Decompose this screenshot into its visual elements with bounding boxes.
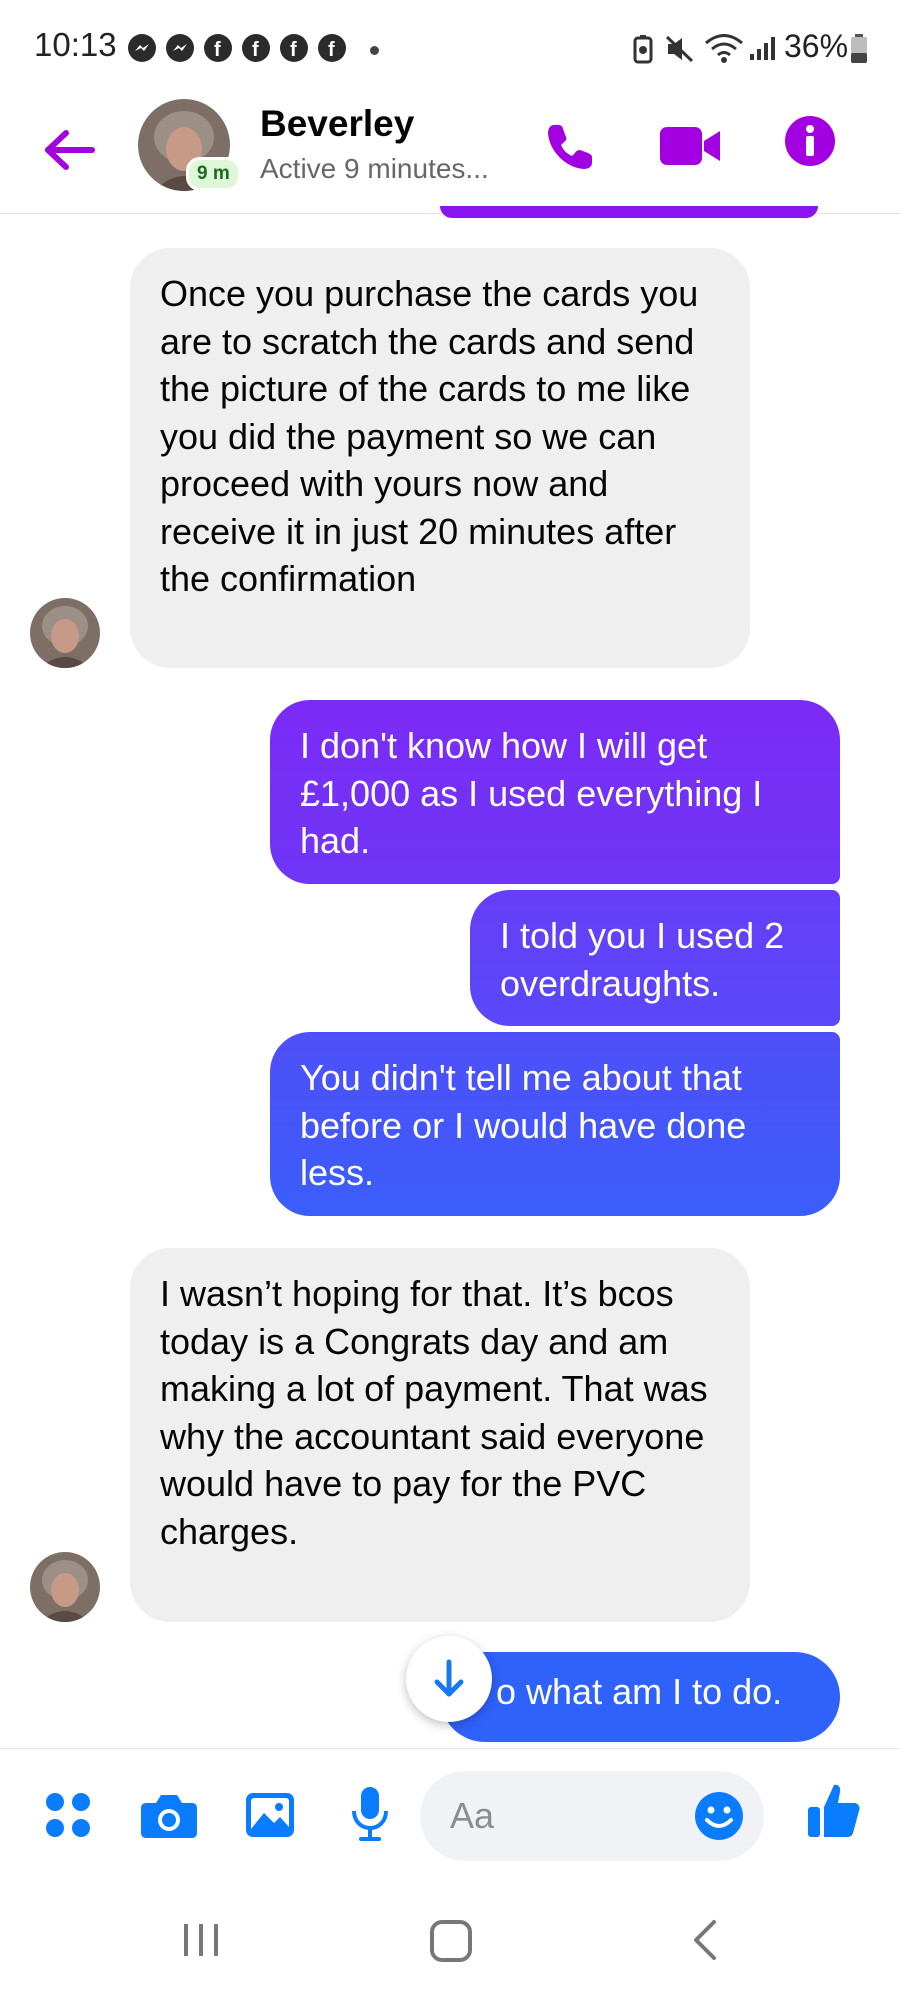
svg-text:f: f — [290, 39, 297, 61]
video-camera-icon — [660, 127, 720, 165]
camera-button[interactable] — [140, 1791, 198, 1839]
thumbs-up-icon — [808, 1784, 860, 1837]
incoming-message[interactable]: Once you purchase the cards you are to s… — [130, 248, 750, 668]
facebook-notification-icon: f — [204, 34, 232, 62]
voice-message-button[interactable] — [350, 1785, 390, 1843]
battery-percentage: 36% — [784, 28, 849, 64]
wifi-icon — [704, 32, 744, 69]
previous-message-bubble — [440, 206, 818, 218]
messenger-notification-icon — [166, 34, 194, 62]
recent-apps-button[interactable] — [176, 1920, 226, 1960]
emoji-button[interactable] — [694, 1791, 744, 1841]
facebook-notification-icon: f — [242, 34, 270, 62]
voice-call-button[interactable] — [540, 117, 600, 177]
incoming-message[interactable]: I wasn’t hoping for that. It’s bcos toda… — [130, 1248, 750, 1622]
status-bar: 10:13 f f f f 36% — [0, 0, 900, 95]
svg-text:f: f — [252, 39, 259, 61]
more-notifications-dot — [370, 46, 379, 55]
info-button[interactable] — [784, 115, 836, 167]
recents-icon — [184, 1924, 218, 1956]
more-actions-button[interactable] — [44, 1791, 92, 1839]
image-icon — [246, 1793, 294, 1837]
scroll-to-bottom-button[interactable] — [406, 1636, 492, 1722]
conversation-header: 9 m Beverley Active 9 minutes... — [0, 95, 900, 214]
battery-saver-icon — [632, 34, 654, 69]
outgoing-message[interactable]: You didn't tell me about that before or … — [270, 1032, 840, 1216]
facebook-notification-icon: f — [318, 34, 346, 62]
four-dots-menu-icon — [46, 1793, 90, 1837]
home-icon — [430, 1920, 472, 1962]
outgoing-message[interactable]: o what am I to do. — [440, 1652, 840, 1742]
back-nav-button[interactable] — [690, 1918, 720, 1962]
message-composer — [0, 1748, 900, 1879]
sender-avatar[interactable] — [30, 598, 100, 668]
phone-icon — [548, 125, 592, 169]
svg-text:f: f — [214, 39, 221, 61]
outgoing-message[interactable]: I told you I used 2 overdraughts. — [470, 890, 840, 1026]
sender-avatar[interactable] — [30, 1552, 100, 1622]
battery-icon — [850, 34, 868, 69]
back-button[interactable] — [40, 125, 100, 175]
outgoing-message[interactable]: I don't know how I will get £1,000 as I … — [270, 700, 840, 884]
arrow-down-icon — [434, 1659, 464, 1697]
video-call-button[interactable] — [658, 121, 722, 171]
messenger-notification-icon — [128, 34, 156, 62]
mute-icon — [664, 34, 696, 69]
svg-text:f: f — [328, 39, 335, 61]
facebook-notification-icon: f — [280, 34, 308, 62]
status-time: 10:13 — [34, 26, 117, 63]
contact-status: Active 9 minutes... — [260, 153, 489, 184]
contact-name[interactable]: Beverley — [260, 103, 414, 145]
home-button[interactable] — [428, 1918, 474, 1964]
like-button[interactable] — [806, 1781, 862, 1841]
back-arrow-icon — [45, 130, 95, 170]
microphone-icon — [352, 1787, 388, 1841]
chevron-left-icon — [694, 1920, 716, 1960]
camera-icon — [141, 1795, 197, 1838]
signal-icon — [748, 34, 778, 67]
gallery-button[interactable] — [244, 1789, 296, 1841]
smiley-icon — [695, 1792, 743, 1840]
active-time-badge: 9 m — [186, 157, 241, 191]
info-icon — [785, 116, 835, 166]
system-navigation-bar — [0, 1880, 900, 2000]
